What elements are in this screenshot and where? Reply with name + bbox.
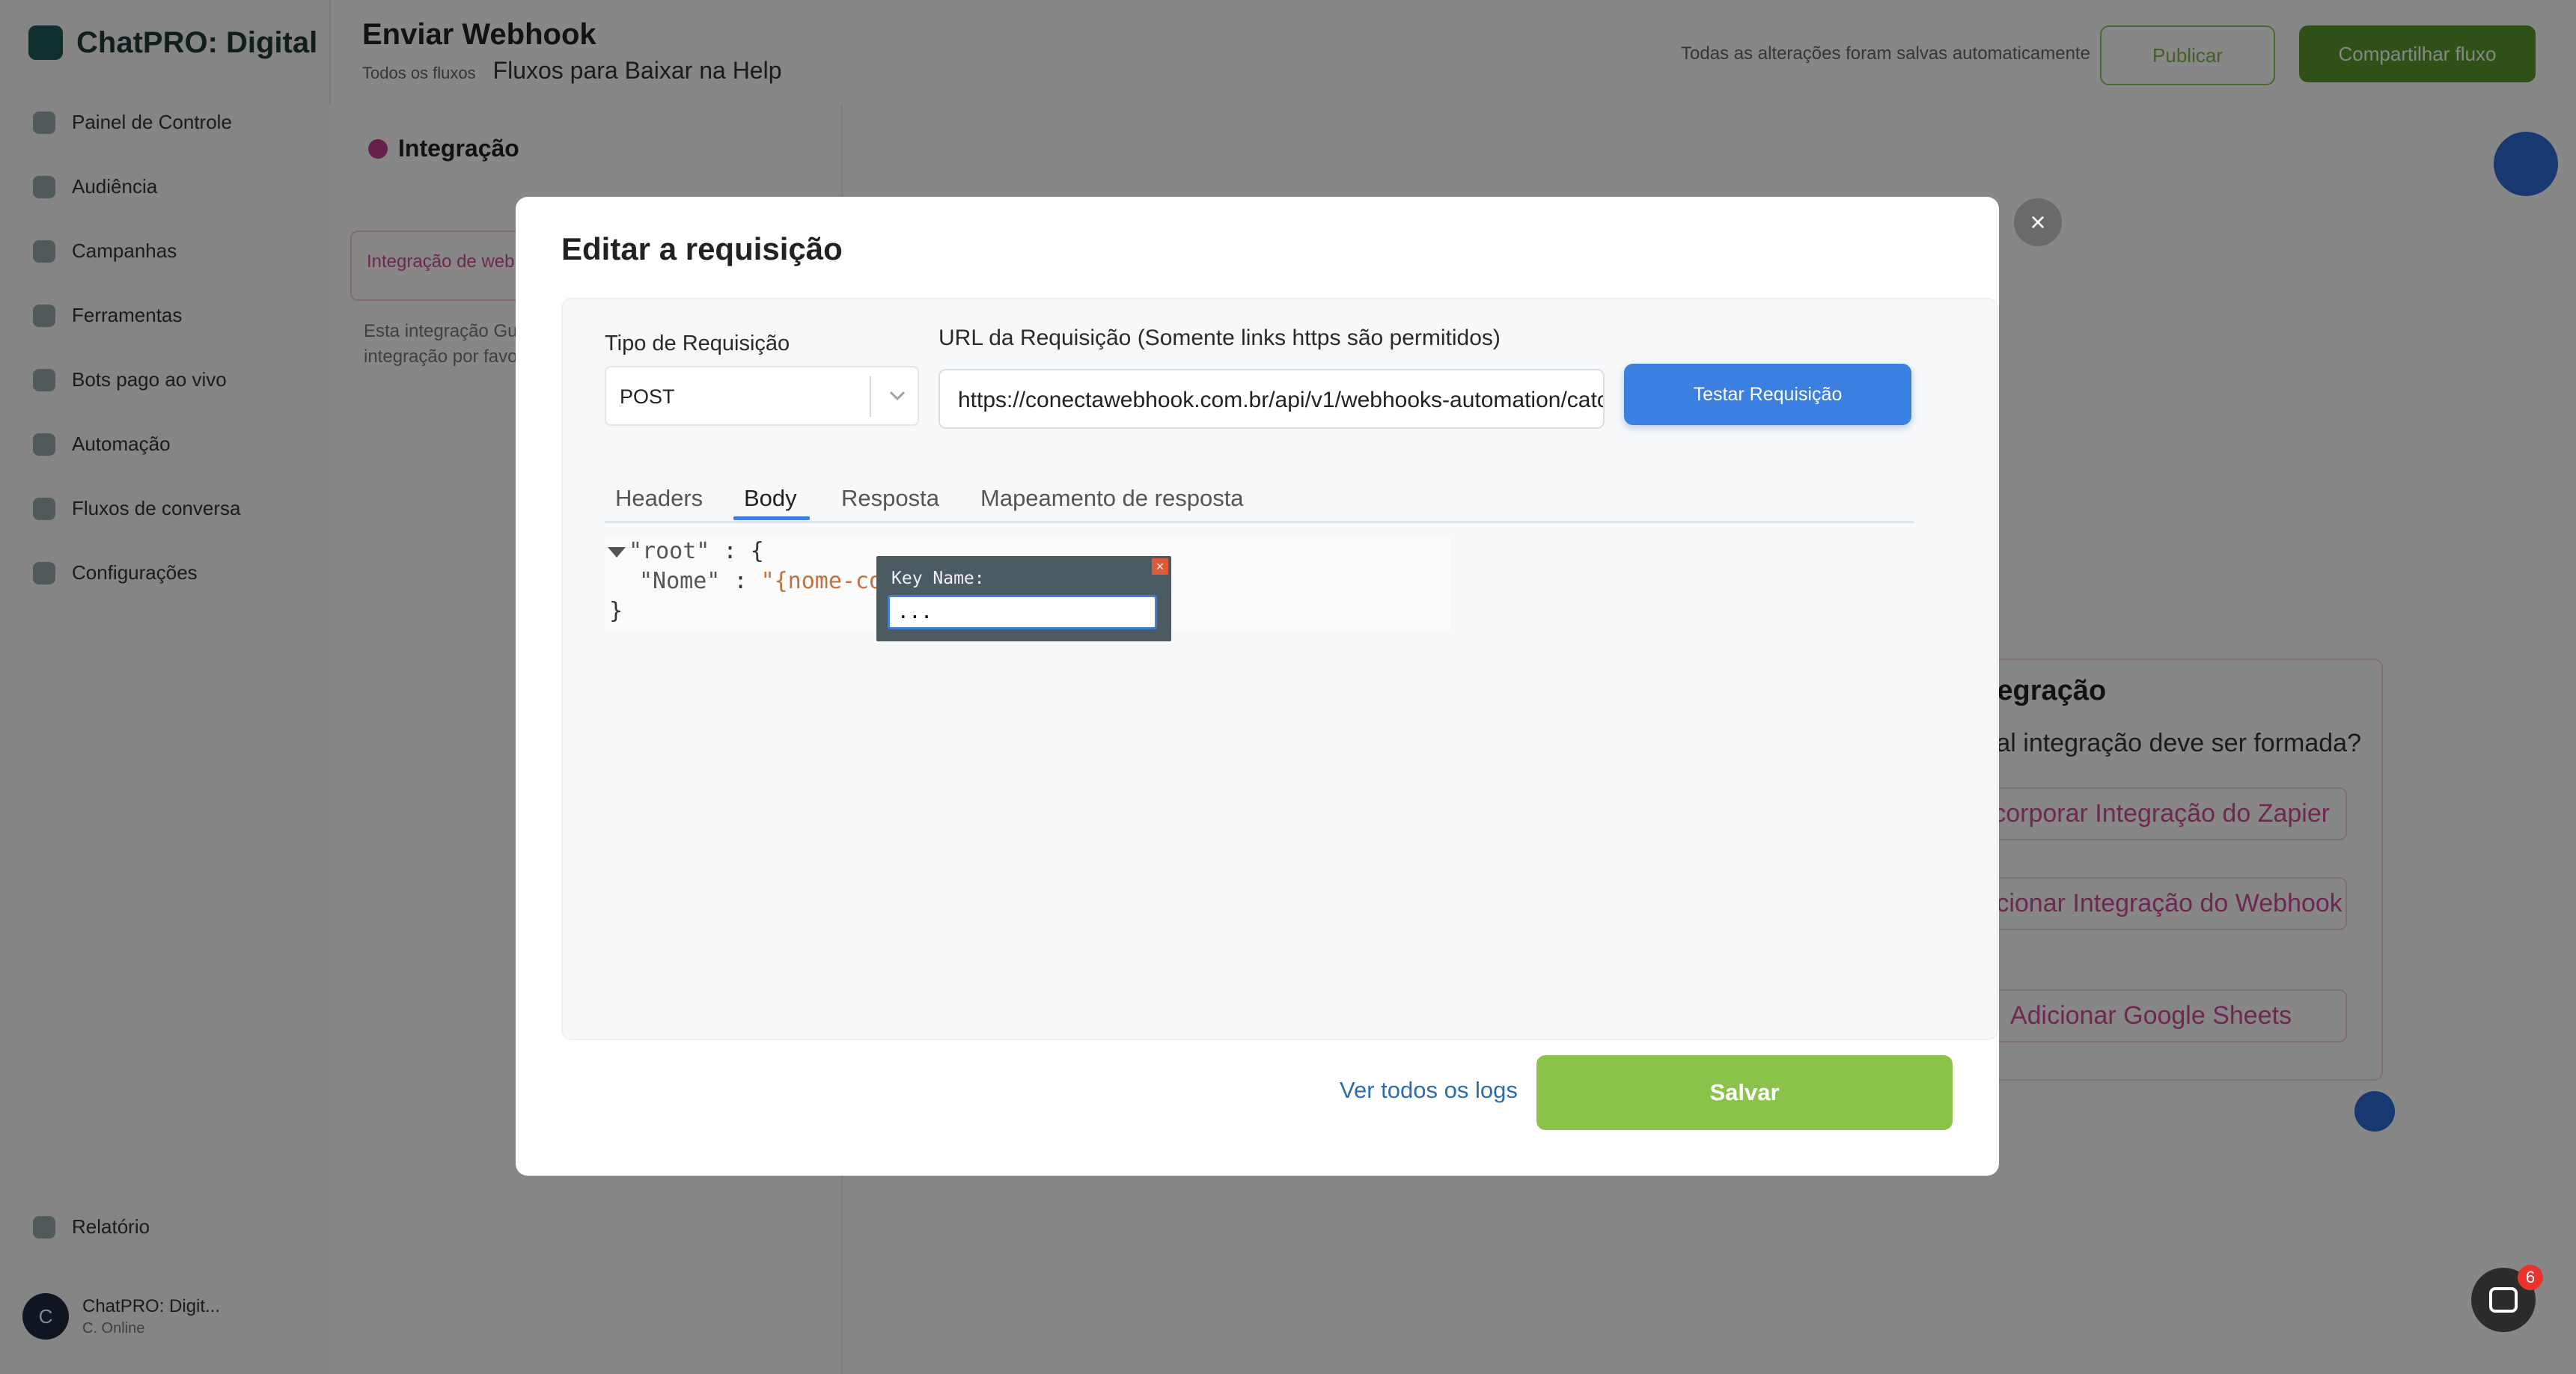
json-key[interactable]: "Nome" — [639, 568, 720, 594]
notification-badge: 6 — [2518, 1265, 2543, 1290]
view-logs-link[interactable]: Ver todos os logs — [1340, 1077, 1518, 1104]
request-panel: Tipo de Requisição POST URL da Requisiçã… — [561, 298, 1998, 1040]
edit-request-modal: Editar a requisição Tipo de Requisição P… — [516, 197, 1999, 1176]
active-tab-indicator — [733, 516, 810, 520]
url-label: URL da Requisição (Somente links https s… — [938, 326, 1501, 350]
json-close-line: } — [609, 598, 623, 624]
tab-resposta[interactable]: Resposta — [841, 485, 939, 512]
request-type-value: POST — [620, 385, 675, 408]
modal-close-button[interactable]: × — [2012, 197, 2063, 248]
request-url-input[interactable]: https://conectawebhook.com.br/api/v1/web… — [938, 369, 1605, 429]
json-entry-line: "Nome" : "{nome-co — [639, 568, 883, 594]
close-icon[interactable]: × — [1152, 558, 1168, 575]
tab-body[interactable]: Body — [744, 485, 797, 512]
request-url-value: https://conectawebhook.com.br/api/v1/web… — [958, 388, 1605, 412]
modal-title: Editar a requisição — [561, 231, 843, 266]
tab-mapeamento[interactable]: Mapeamento de resposta — [980, 485, 1244, 512]
key-name-popup: Key Name: × — [876, 556, 1171, 641]
json-value[interactable]: "{nome-co — [761, 568, 883, 594]
tab-headers[interactable]: Headers — [615, 485, 703, 512]
chat-launcher[interactable]: 6 — [2471, 1265, 2543, 1332]
request-type-select[interactable]: POST — [605, 366, 919, 426]
test-request-button[interactable]: Testar Requisição — [1624, 364, 1911, 425]
key-name-label: Key Name: — [891, 569, 985, 588]
select-separator — [870, 376, 871, 417]
key-name-input[interactable] — [888, 595, 1157, 629]
request-type-label: Tipo de Requisição — [605, 332, 790, 355]
collapse-icon[interactable] — [608, 546, 626, 558]
chevron-down-icon[interactable] — [886, 382, 909, 409]
chat-icon — [2489, 1287, 2518, 1313]
save-button[interactable]: Salvar — [1536, 1055, 1953, 1130]
request-tabs: Headers Body Resposta Mapeamento de resp… — [605, 474, 1914, 523]
json-root-line: "root" : { — [608, 538, 764, 564]
